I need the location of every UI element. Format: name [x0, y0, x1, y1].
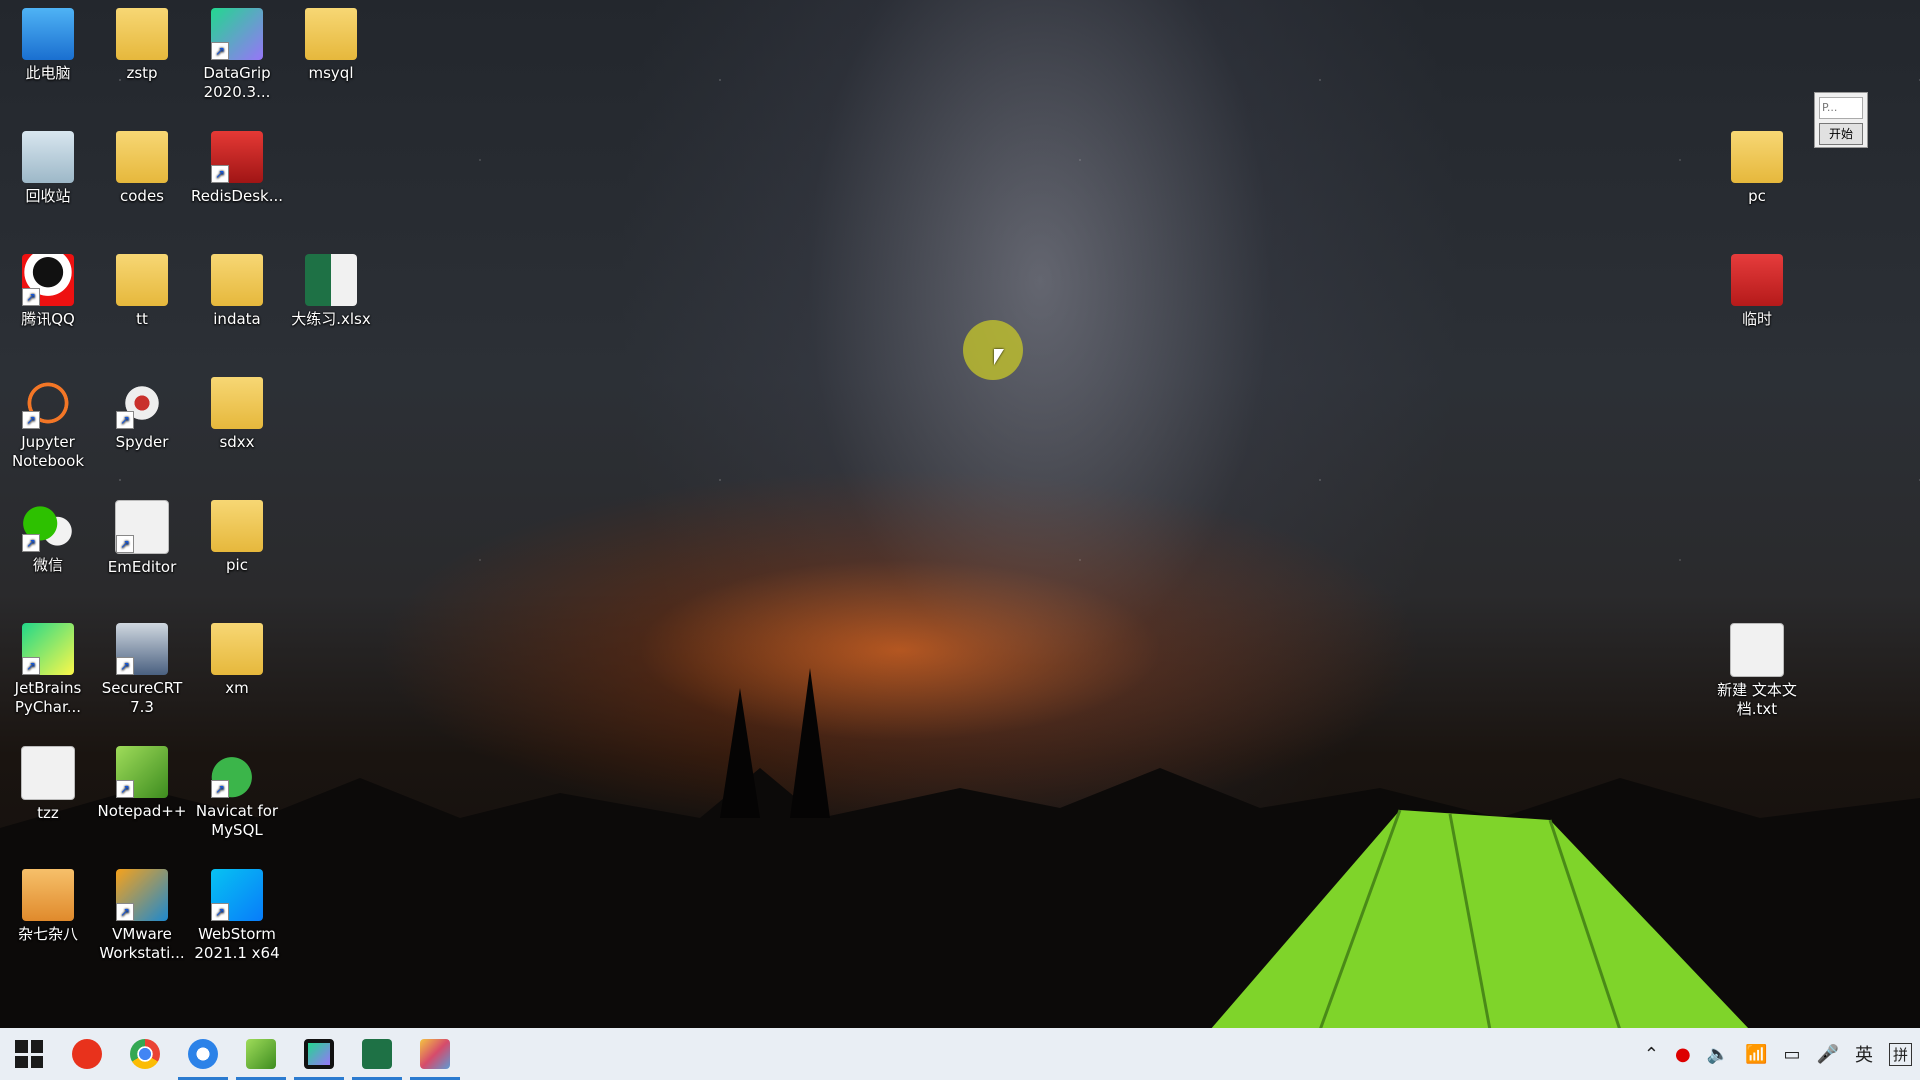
folder-icon — [116, 8, 168, 60]
datagrip-icon — [211, 8, 263, 60]
desktop-icon-this-pc[interactable]: 此电脑 — [0, 0, 96, 83]
folder-icon — [1731, 131, 1783, 183]
recycle-bin-icon — [22, 131, 74, 183]
wifi-icon[interactable]: 📶 — [1745, 1044, 1767, 1065]
taskbar-datagrip[interactable] — [290, 1028, 348, 1080]
chevron-up-icon[interactable]: ⌃ — [1644, 1044, 1659, 1065]
excel-icon — [362, 1039, 392, 1069]
folder-icon — [211, 254, 263, 306]
desktop-icon-sdxx[interactable]: sdxx — [189, 369, 285, 452]
taskbar-notepadpp[interactable] — [232, 1028, 290, 1080]
folder-icon — [22, 869, 74, 921]
desktop-icon-pycharm[interactable]: JetBrains PyChar... — [0, 615, 96, 717]
chrome-icon — [130, 1039, 160, 1069]
ime-mode-indicator[interactable]: 拼 — [1888, 1042, 1912, 1066]
desktop-icon-wechat[interactable]: 微信 — [0, 492, 96, 575]
emeditor-icon — [115, 500, 169, 554]
desktop-icon-notepadpp[interactable]: Notepad++ — [94, 738, 190, 821]
taskbar-excel[interactable] — [348, 1028, 406, 1080]
computer-icon — [22, 8, 74, 60]
cursor-highlight — [963, 320, 1023, 380]
desktop-icon-pic[interactable]: pic — [189, 492, 285, 575]
red-g-app-icon — [72, 1039, 102, 1069]
desktop-icon-redisdesktop[interactable]: RedisDesk... — [189, 123, 285, 206]
paint-icon — [420, 1039, 450, 1069]
spyder-icon — [116, 377, 168, 429]
document-folder-icon — [21, 746, 75, 800]
qq-penguin-icon — [22, 254, 74, 306]
datagrip-icon — [304, 1039, 334, 1069]
input-language-indicator[interactable]: 英 — [1855, 1041, 1873, 1067]
taskbar: ⌃ ● 🔈 📶 ▭ 🎤 英 拼 — [0, 1028, 1920, 1080]
battery-icon[interactable]: ▭ — [1784, 1044, 1801, 1065]
volume-icon[interactable]: 🔈 — [1707, 1044, 1729, 1065]
desktop-icon-temp[interactable]: 临时 — [1709, 246, 1805, 329]
desktop-icon-datagrip[interactable]: DataGrip 2020.3... — [189, 0, 285, 102]
excel-file-icon — [305, 254, 357, 306]
desktop-icon-webstorm[interactable]: WebStorm 2021.1 x64 — [189, 861, 285, 963]
green-tent — [1210, 809, 1750, 1031]
taskbar-red-g-app[interactable] — [58, 1028, 116, 1080]
mouse-cursor-icon — [994, 349, 1004, 365]
desktop-icon-zstp[interactable]: zstp — [94, 0, 190, 83]
taskbar-chrome[interactable] — [116, 1028, 174, 1080]
desktop-icon-misc[interactable]: 杂七杂八 — [0, 861, 96, 944]
desktop-icon-indata[interactable]: indata — [189, 246, 285, 329]
webstorm-icon — [211, 869, 263, 921]
folder-icon — [211, 377, 263, 429]
desktop-icon-vmware[interactable]: VMware Workstati... — [94, 861, 190, 963]
securecrt-icon — [116, 623, 168, 675]
folder-icon — [211, 623, 263, 675]
folder-icon — [116, 254, 168, 306]
desktop-icon-msyql[interactable]: msyql — [283, 0, 379, 83]
system-tray: ⌃ ● 🔈 📶 ▭ 🎤 英 拼 — [1636, 1028, 1920, 1080]
notepad-plus-icon — [116, 746, 168, 798]
start-button-taskbar[interactable] — [0, 1028, 58, 1080]
desktop-icon-emeditor[interactable]: EmEditor — [94, 492, 190, 577]
redis-icon — [211, 131, 263, 183]
pycharm-icon — [22, 623, 74, 675]
microphone-icon[interactable]: 🎤 — [1817, 1044, 1839, 1065]
folder-icon — [305, 8, 357, 60]
desktop-icon-codes[interactable]: codes — [94, 123, 190, 206]
desktop-icon-xm[interactable]: xm — [189, 615, 285, 698]
desktop-icon-securecrt[interactable]: SecureCRT 7.3 — [94, 615, 190, 717]
desktop-icon-spyder[interactable]: Spyder — [94, 369, 190, 452]
desktop-icon-new-txt[interactable]: 新建 文本文 档.txt — [1709, 615, 1805, 719]
text-file-icon — [1730, 623, 1784, 677]
navicat-icon — [211, 746, 263, 798]
folder-icon — [211, 500, 263, 552]
desktop-icon-xlsx[interactable]: 大练习.xlsx — [283, 246, 379, 329]
taskbar-paint[interactable] — [406, 1028, 464, 1080]
folder-icon — [1731, 254, 1783, 306]
start-button[interactable]: 开始 — [1819, 123, 1863, 145]
vmware-icon — [116, 869, 168, 921]
folder-icon — [116, 131, 168, 183]
notepad-plus-icon — [246, 1039, 276, 1069]
record-icon[interactable]: ● — [1675, 1044, 1691, 1065]
desktop-icon-qq[interactable]: 腾讯QQ — [0, 246, 96, 329]
wechat-icon — [22, 500, 74, 552]
desktop-icon-tt[interactable]: tt — [94, 246, 190, 329]
mini-launcher-window[interactable]: P... 开始 — [1814, 92, 1868, 148]
desktop-icon-pc[interactable]: pc — [1709, 123, 1805, 206]
desktop-icon-jupyter[interactable]: Jupyter Notebook — [0, 369, 96, 471]
jupyter-icon — [22, 377, 74, 429]
desktop-icon-tzz[interactable]: tzz — [0, 738, 96, 823]
browser-icon — [188, 1039, 218, 1069]
windows-start-icon — [15, 1040, 43, 1068]
desktop-icon-navicat[interactable]: Navicat for MySQL — [189, 738, 285, 840]
starry-sky — [0, 0, 1920, 780]
desktop-icon-recycle-bin[interactable]: 回收站 — [0, 123, 96, 206]
taskbar-browser[interactable] — [174, 1028, 232, 1080]
mini-input[interactable]: P... — [1819, 97, 1863, 119]
